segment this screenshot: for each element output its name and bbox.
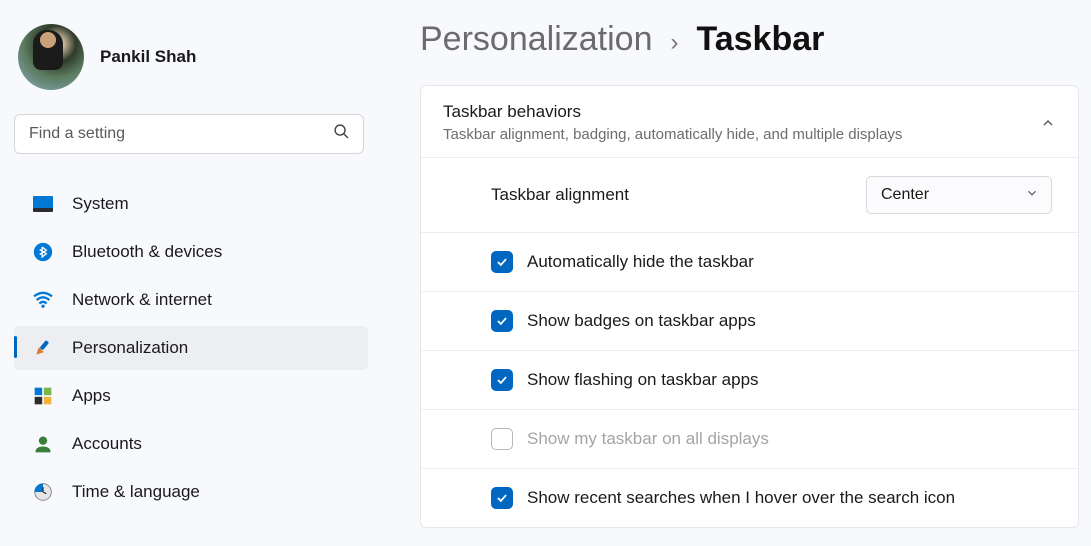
wifi-icon: [32, 289, 54, 311]
nav-label: Network & internet: [72, 290, 212, 310]
check-icon: [495, 491, 509, 505]
option-row-badges: Show badges on taskbar apps: [421, 291, 1078, 350]
accounts-icon: [32, 433, 54, 455]
nav-label: Bluetooth & devices: [72, 242, 222, 262]
page-title: Taskbar: [696, 20, 824, 59]
sidebar: Pankil Shah System Bluetooth & devices N…: [0, 0, 380, 546]
checkbox-alldisplays: [491, 428, 513, 450]
checkbox-autohide[interactable]: [491, 251, 513, 273]
breadcrumb: Personalization › Taskbar: [420, 20, 1079, 59]
option-row-recentsearches: Show recent searches when I hover over t…: [421, 468, 1078, 527]
alignment-select[interactable]: Center: [866, 176, 1052, 214]
option-row-flashing: Show flashing on taskbar apps: [421, 350, 1078, 409]
alignment-row: Taskbar alignment Center: [421, 157, 1078, 232]
option-row-alldisplays: Show my taskbar on all displays: [421, 409, 1078, 468]
check-icon: [495, 255, 509, 269]
time-icon: [32, 481, 54, 503]
nav-item-system[interactable]: System: [14, 182, 368, 226]
option-label: Show flashing on taskbar apps: [527, 370, 759, 390]
option-label: Show recent searches when I hover over t…: [527, 488, 955, 508]
personalization-icon: [32, 337, 54, 359]
nav-label: Time & language: [72, 482, 200, 502]
option-label: Show badges on taskbar apps: [527, 311, 756, 331]
option-row-autohide: Automatically hide the taskbar: [421, 232, 1078, 291]
chevron-right-icon: ›: [670, 29, 678, 57]
alignment-label: Taskbar alignment: [491, 185, 629, 205]
nav-label: Apps: [72, 386, 111, 406]
option-label: Automatically hide the taskbar: [527, 252, 754, 272]
card-header[interactable]: Taskbar behaviors Taskbar alignment, bad…: [421, 86, 1078, 157]
nav-label: Personalization: [72, 338, 188, 358]
user-name: Pankil Shah: [100, 47, 196, 67]
apps-icon: [32, 385, 54, 407]
card-header-text: Taskbar behaviors Taskbar alignment, bad…: [443, 102, 902, 143]
nav-label: Accounts: [72, 434, 142, 454]
nav-item-network[interactable]: Network & internet: [14, 278, 368, 322]
main-content: Personalization › Taskbar Taskbar behavi…: [380, 0, 1091, 546]
chevron-up-icon: [1040, 115, 1056, 131]
nav-item-apps[interactable]: Apps: [14, 374, 368, 418]
chevron-down-icon: [1025, 186, 1039, 205]
bluetooth-icon: [32, 241, 54, 263]
user-profile[interactable]: Pankil Shah: [12, 18, 370, 114]
checkbox-badges[interactable]: [491, 310, 513, 332]
search-wrapper: [14, 114, 364, 154]
checkbox-flashing[interactable]: [491, 369, 513, 391]
card-description: Taskbar alignment, badging, automaticall…: [443, 126, 902, 143]
nav-item-bluetooth[interactable]: Bluetooth & devices: [14, 230, 368, 274]
option-label: Show my taskbar on all displays: [527, 429, 769, 449]
avatar: [18, 24, 84, 90]
taskbar-behaviors-card: Taskbar behaviors Taskbar alignment, bad…: [420, 85, 1079, 528]
nav-item-personalization[interactable]: Personalization: [14, 326, 368, 370]
search-input[interactable]: [14, 114, 364, 154]
nav-list: System Bluetooth & devices Network & int…: [12, 182, 370, 514]
check-icon: [495, 373, 509, 387]
card-title: Taskbar behaviors: [443, 102, 902, 122]
breadcrumb-parent[interactable]: Personalization: [420, 20, 652, 59]
alignment-value: Center: [881, 186, 929, 204]
nav-label: System: [72, 194, 129, 214]
nav-item-accounts[interactable]: Accounts: [14, 422, 368, 466]
checkbox-recentsearches[interactable]: [491, 487, 513, 509]
nav-item-time[interactable]: Time & language: [14, 470, 368, 514]
check-icon: [495, 314, 509, 328]
system-icon: [32, 193, 54, 215]
